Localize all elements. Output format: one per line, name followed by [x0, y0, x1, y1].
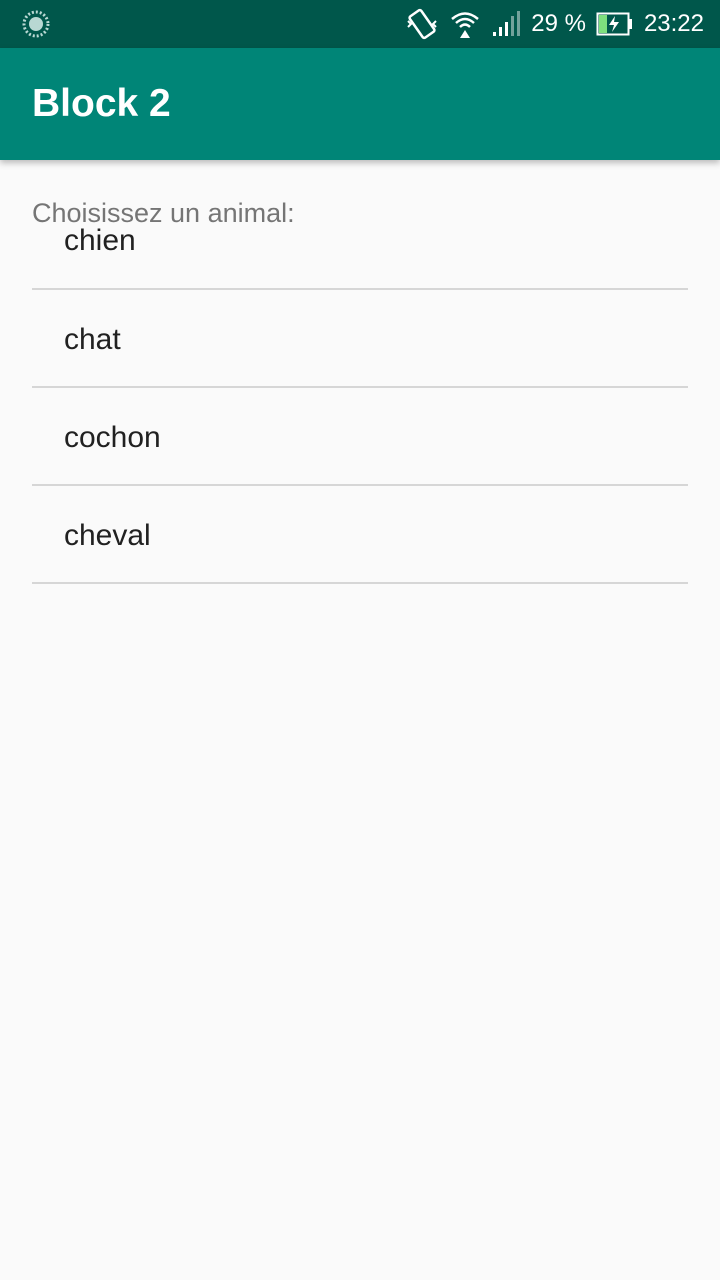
status-bar: 29 % 23:22 — [0, 0, 720, 48]
radio-option-label: cochon — [64, 421, 161, 454]
radio-option-cochon[interactable]: cochon — [32, 388, 688, 486]
radio-option-label: cheval — [64, 519, 151, 552]
loading-circle-icon — [22, 10, 50, 38]
wifi-icon — [449, 8, 481, 40]
animal-radio-group: chien chat cochon cheval — [32, 192, 688, 584]
page-title: Block 2 — [32, 82, 171, 125]
signal-icon — [491, 10, 521, 38]
app-bar: Block 2 — [0, 48, 720, 160]
radio-option-label: chat — [64, 323, 121, 356]
radio-option-chat[interactable]: chat — [32, 290, 688, 388]
battery-percent: 29 % — [531, 10, 586, 37]
status-icons: 29 % 23:22 — [405, 0, 704, 48]
clock: 23:22 — [643, 10, 704, 37]
vibrate-rotate-icon — [405, 7, 439, 41]
radio-option-cheval[interactable]: cheval — [32, 486, 688, 584]
battery-charging-icon — [596, 11, 634, 37]
animal-prompt-label: Choisissez un animal: — [32, 198, 295, 228]
